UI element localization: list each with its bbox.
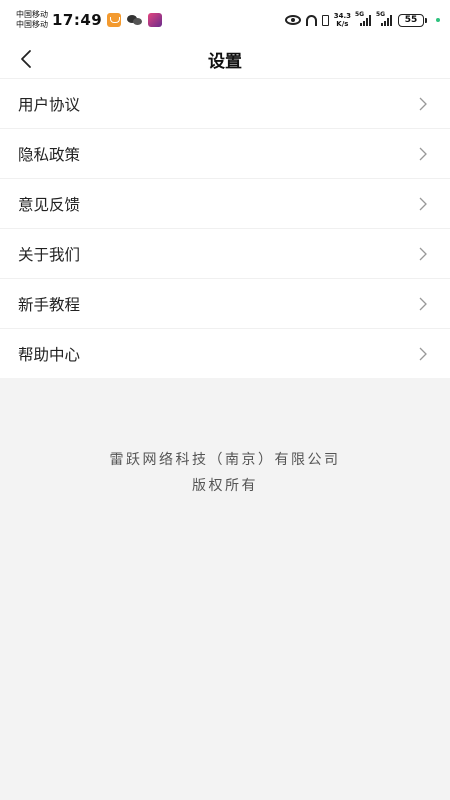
net-speed-unit: K/s [336,20,349,28]
menu-item-privacy-policy[interactable]: 隐私政策 [0,128,450,178]
chevron-right-icon [419,347,427,361]
settings-menu: 用户协议 隐私政策 意见反馈 关于我们 新手教程 帮助中心 [0,78,450,378]
menu-item-feedback[interactable]: 意见反馈 [0,178,450,228]
carrier-2: 中国移动 [16,20,48,29]
menu-item-label: 关于我们 [18,245,81,264]
chevron-right-icon [419,147,427,161]
net-speed-value: 34.3 [333,12,351,20]
eye-icon [284,15,301,25]
copyright-footer: 雷跃网络科技（南京）有限公司 版权所有 [0,449,450,495]
company-name: 雷跃网络科技（南京）有限公司 [109,452,341,468]
menu-item-label: 新手教程 [18,295,81,314]
chevron-right-icon [419,197,427,211]
menu-item-label: 意见反馈 [18,195,81,214]
headset-icon [305,14,317,26]
menu-item-tutorial[interactable]: 新手教程 [0,278,450,328]
chevron-right-icon [419,97,427,111]
wechat-icon [127,14,143,26]
signal-1-label: 5G [355,11,365,18]
battery-level: 55 [398,13,424,27]
chevron-right-icon [419,297,427,311]
menu-item-label: 用户协议 [18,95,81,114]
net-speed: 34.3 K/s [334,12,351,28]
signal-icon-2: 5G [376,11,393,26]
mail-app-icon [107,13,122,27]
back-button[interactable] [14,46,40,72]
menu-item-about-us[interactable]: 关于我们 [0,228,450,278]
status-indicators: 34.3 K/s 5G 5G 55 [284,11,440,28]
signal-2-label: 5G [376,11,386,18]
vibrate-icon [321,14,329,26]
menu-item-label: 隐私政策 [18,145,81,164]
battery-icon: 55 [398,13,427,27]
rights-text: 版权所有 [192,478,258,494]
settings-screen: 中国移动 中国移动 17:49 34.3 K/s 5G 5G 55 设置 用户协… [0,0,450,800]
signal-icon: 5G [355,11,372,26]
status-time: 17:49 [52,11,103,29]
nav-bar: 设置 [0,40,450,78]
menu-item-user-agreement[interactable]: 用户协议 [0,78,450,128]
chevron-right-icon [419,247,427,261]
menu-item-label: 帮助中心 [18,345,81,364]
menu-item-help-center[interactable]: 帮助中心 [0,328,450,378]
carrier-1: 中国移动 [16,10,48,19]
page-title: 设置 [208,51,242,72]
photo-app-icon [148,13,163,27]
privacy-indicator-dot [436,18,440,22]
carrier-labels: 中国移动 中国移动 [16,10,48,30]
chevron-left-icon [21,50,31,68]
status-bar: 中国移动 中国移动 17:49 34.3 K/s 5G 5G 55 [0,0,450,40]
